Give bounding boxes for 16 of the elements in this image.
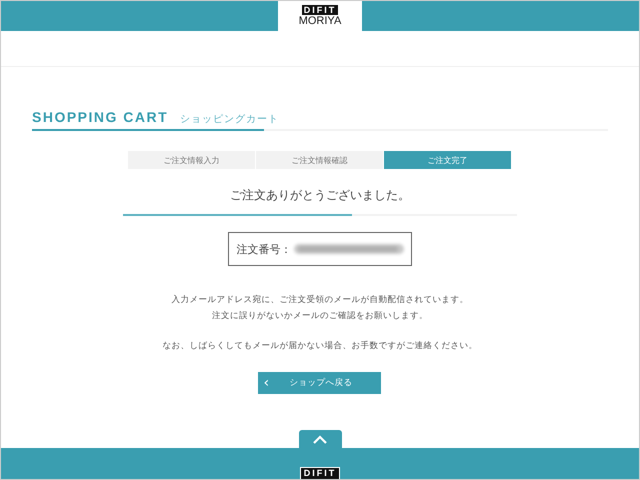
message-text: 注文に誤りがないかメールのご確認をお願いします。	[211, 310, 429, 323]
progress-step: ご注文完了	[384, 151, 512, 169]
logo-text: MORIYA	[298, 15, 342, 27]
progress-step: ご注文情報確認	[256, 151, 384, 169]
message-text: 入力メールアドレス宛に、ご注文受領のメールが自動配信されています。	[170, 294, 470, 307]
scroll-top-button[interactable]	[298, 430, 342, 448]
page-subtitle: ショッピングカート	[180, 113, 280, 126]
thanks-heading: ご注文ありがとうございました。	[229, 187, 411, 204]
footer-logo: DIFIT	[300, 467, 340, 479]
chevron-up-icon	[313, 434, 327, 444]
page-title: SHOPPING CART	[32, 109, 168, 125]
order-number-label: 注文番号：	[236, 242, 292, 256]
progress-step: ご注文情報入力	[128, 151, 256, 169]
message-text: なお、しばらくしてもメールが届かない場合、お手数ですがご連絡ください。	[162, 340, 478, 353]
logo[interactable]: DIFIT MORIYA	[278, 1, 362, 31]
logo-wordmark: DIFIT	[302, 5, 338, 15]
